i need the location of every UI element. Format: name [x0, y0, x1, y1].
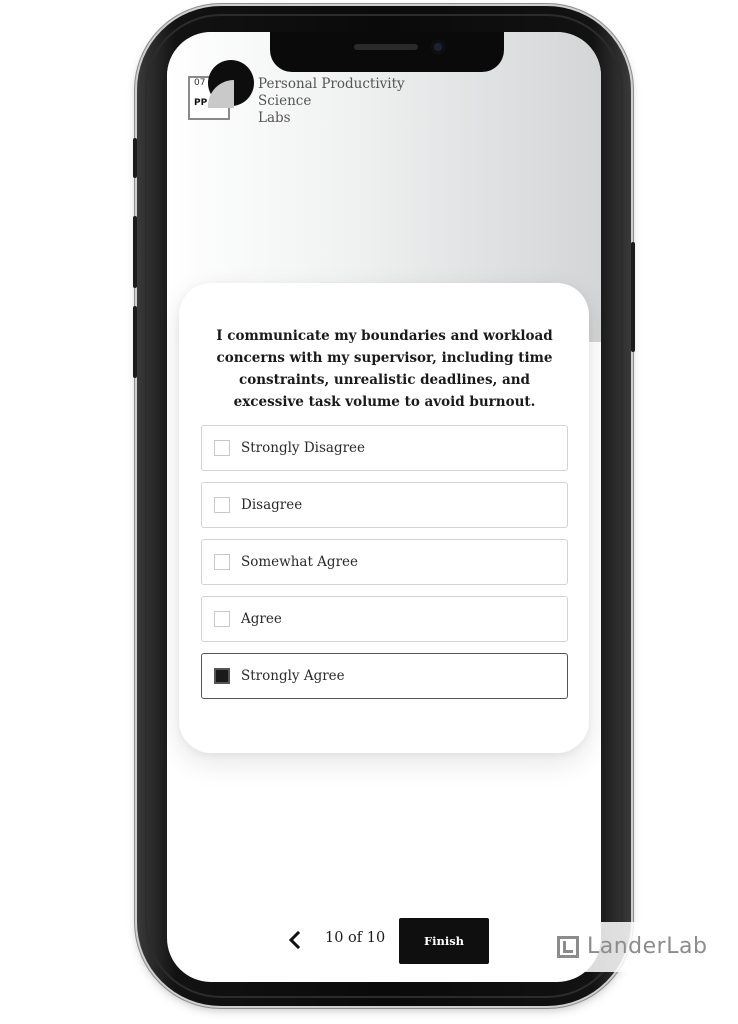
brand-logo: 07 PP: [188, 60, 258, 130]
volume-down-button: [133, 306, 137, 378]
option-label: Disagree: [241, 497, 303, 513]
checkbox[interactable]: [214, 440, 230, 456]
camera-icon: [431, 40, 445, 54]
speaker-grille: [354, 44, 418, 50]
checkbox[interactable]: [214, 554, 230, 570]
progress-indicator: 10 of 10: [325, 930, 386, 946]
option-label: Agree: [241, 611, 282, 627]
bottom-navigation: 10 of 10 Finish: [167, 918, 601, 966]
brand-name-line-2: Science: [258, 93, 312, 109]
logo-abbreviation: PP: [194, 98, 208, 108]
question-text: I communicate my boundaries and workload…: [216, 328, 553, 410]
checkbox[interactable]: [214, 611, 230, 627]
option-disagree[interactable]: Disagree: [201, 482, 568, 528]
brand-name-line-3: Labs: [258, 110, 291, 126]
phone-screen: 07 PP Personal Productivity Science Labs…: [167, 32, 601, 982]
question-card: I communicate my boundaries and workload…: [179, 283, 589, 753]
landerlab-logo-icon: [557, 936, 579, 958]
logo-number: 07: [194, 78, 206, 88]
checkbox-checked[interactable]: [214, 668, 230, 684]
watermark-text: LanderLab: [587, 934, 708, 959]
power-button: [631, 242, 635, 352]
mute-switch: [133, 138, 137, 178]
brand-name-line-1: Personal Productivity: [258, 76, 405, 92]
option-strongly-disagree[interactable]: Strongly Disagree: [201, 425, 568, 471]
phone-frame: 07 PP Personal Productivity Science Labs…: [133, 6, 635, 1006]
checkbox[interactable]: [214, 497, 230, 513]
chevron-left-icon[interactable]: [285, 928, 305, 952]
option-label: Strongly Agree: [241, 668, 345, 684]
option-label: Strongly Disagree: [241, 440, 366, 456]
landerlab-watermark: LanderLab: [551, 922, 718, 972]
option-agree[interactable]: Agree: [201, 596, 568, 642]
finish-button[interactable]: Finish: [399, 918, 489, 964]
option-somewhat-agree[interactable]: Somewhat Agree: [201, 539, 568, 585]
brand-name: Personal Productivity Science Labs: [258, 76, 438, 127]
option-label: Somewhat Agree: [241, 554, 359, 570]
volume-up-button: [133, 216, 137, 288]
notch: [270, 32, 504, 72]
option-strongly-agree[interactable]: Strongly Agree: [201, 653, 568, 699]
